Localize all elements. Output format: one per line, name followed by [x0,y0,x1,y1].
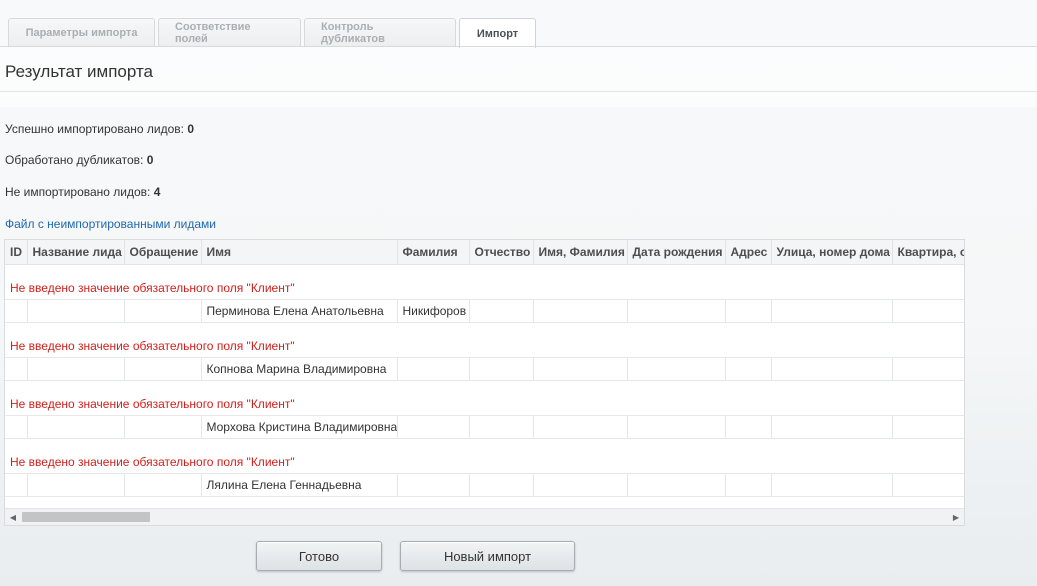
content-background [0,47,1037,107]
cell-empty [771,357,893,381]
error-message: Не введено значение обязательного поля "… [5,380,964,416]
cell-empty [533,299,628,323]
stat-not-imported-label: Не импортировано лидов: [5,185,151,199]
cell-empty [892,299,964,323]
column-header-birth-date[interactable]: Дата рождения [627,240,726,265]
cell-empty [627,415,726,439]
column-header-lead-name[interactable]: Название лида [27,240,125,265]
cell-empty [771,299,893,323]
stat-imported-value: 0 [187,122,195,136]
cell-empty [469,473,534,497]
error-row: Не введено значение обязательного поля "… [5,264,964,300]
cell-empty [771,473,893,497]
tab-import-params[interactable]: Параметры импорта [8,18,155,47]
cell-last-name [397,473,470,497]
cell-name: Копнова Марина Владимировна [201,357,398,381]
cell-salutation [124,357,202,381]
cell-empty [627,299,726,323]
stat-duplicates: Обработано дубликатов: 0 [5,153,153,167]
column-header-full-name[interactable]: Имя, Фамилия [533,240,628,265]
stat-imported-label: Успешно импортировано лидов: [5,122,184,136]
scrollbar-thumb[interactable] [22,512,150,522]
cell-empty [725,473,772,497]
horizontal-scrollbar[interactable]: ◀ ▶ [5,508,964,525]
table-row: Лялина Елена Геннадьевна [5,473,964,497]
title-divider [0,91,1037,92]
cell-empty [725,299,772,323]
column-header-apartment[interactable]: Квартира, о [892,240,964,265]
cell-salutation [124,473,202,497]
cell-empty [533,415,628,439]
stat-not-imported-value: 4 [153,185,161,199]
stat-imported: Успешно импортировано лидов: 0 [5,122,194,136]
cell-empty [627,473,726,497]
error-row: Не введено значение обязательного поля "… [5,380,964,416]
stat-not-imported: Не импортировано лидов: 4 [5,185,160,199]
table-row: Копнова Марина Владимировна [5,357,964,381]
cell-empty [627,357,726,381]
cell-empty [469,415,534,439]
cell-lead-name [27,299,125,323]
page-title: Результат импорта [5,62,154,81]
done-button[interactable]: Готово [256,541,382,571]
cell-salutation [124,299,202,323]
column-header-last-name[interactable]: Фамилия [397,240,470,265]
cell-last-name: Никифоров [397,299,470,323]
new-import-button[interactable]: Новый импорт [400,541,575,571]
cell-salutation [124,415,202,439]
column-header-name[interactable]: Имя [201,240,398,265]
cell-last-name [397,357,470,381]
cell-empty [533,473,628,497]
error-row: Не введено значение обязательного поля "… [5,438,964,474]
cell-empty [533,357,628,381]
cell-id [5,415,28,439]
column-header-patronymic[interactable]: Отчество [469,240,534,265]
cell-empty [725,415,772,439]
cell-lead-name [27,473,125,497]
column-header-id[interactable]: ID [5,240,28,265]
not-imported-file-link[interactable]: Файл с неимпортированными лидами [5,217,216,231]
cell-id [5,473,28,497]
error-message: Не введено значение обязательного поля "… [5,322,964,358]
cell-empty [469,357,534,381]
cell-empty [892,415,964,439]
error-message: Не введено значение обязательного поля "… [5,264,964,300]
column-header-street[interactable]: Улица, номер дома [771,240,893,265]
results-grid: ID Название лида Обращение Имя Фамилия О… [4,239,965,526]
cell-empty [892,357,964,381]
scroll-left-arrow-icon[interactable]: ◀ [5,509,21,525]
tab-bar: Параметры импорта Соответствие полей Кон… [8,18,539,48]
column-header-salutation[interactable]: Обращение [124,240,202,265]
cell-lead-name [27,357,125,381]
cell-empty [771,415,893,439]
cell-empty [725,357,772,381]
scroll-right-arrow-icon[interactable]: ▶ [948,509,964,525]
stat-duplicates-label: Обработано дубликатов: [5,153,144,167]
cell-empty [892,473,964,497]
tab-import[interactable]: Импорт [459,18,536,48]
tab-underline [0,46,1037,47]
results-table: ID Название лида Обращение Имя Фамилия О… [5,240,964,497]
column-header-address[interactable]: Адрес [725,240,772,265]
cell-id [5,357,28,381]
cell-name: Перминова Елена Анатольевна [201,299,398,323]
table-header-row: ID Название лида Обращение Имя Фамилия О… [5,240,964,265]
tab-duplicate-control[interactable]: Контроль дубликатов [304,18,456,47]
error-message: Не введено значение обязательного поля "… [5,438,964,474]
cell-id [5,299,28,323]
stat-duplicates-value: 0 [146,153,154,167]
cell-empty [469,299,534,323]
table-row: Перминова Елена Анатольевна Никифоров [5,299,964,323]
table-row: Морхова Кристина Владимировна [5,415,964,439]
cell-last-name [397,415,470,439]
cell-lead-name [27,415,125,439]
error-row: Не введено значение обязательного поля "… [5,322,964,358]
cell-name: Лялина Елена Геннадьевна [201,473,398,497]
tab-field-mapping[interactable]: Соответствие полей [158,18,301,47]
cell-name: Морхова Кристина Владимировна [201,415,398,439]
